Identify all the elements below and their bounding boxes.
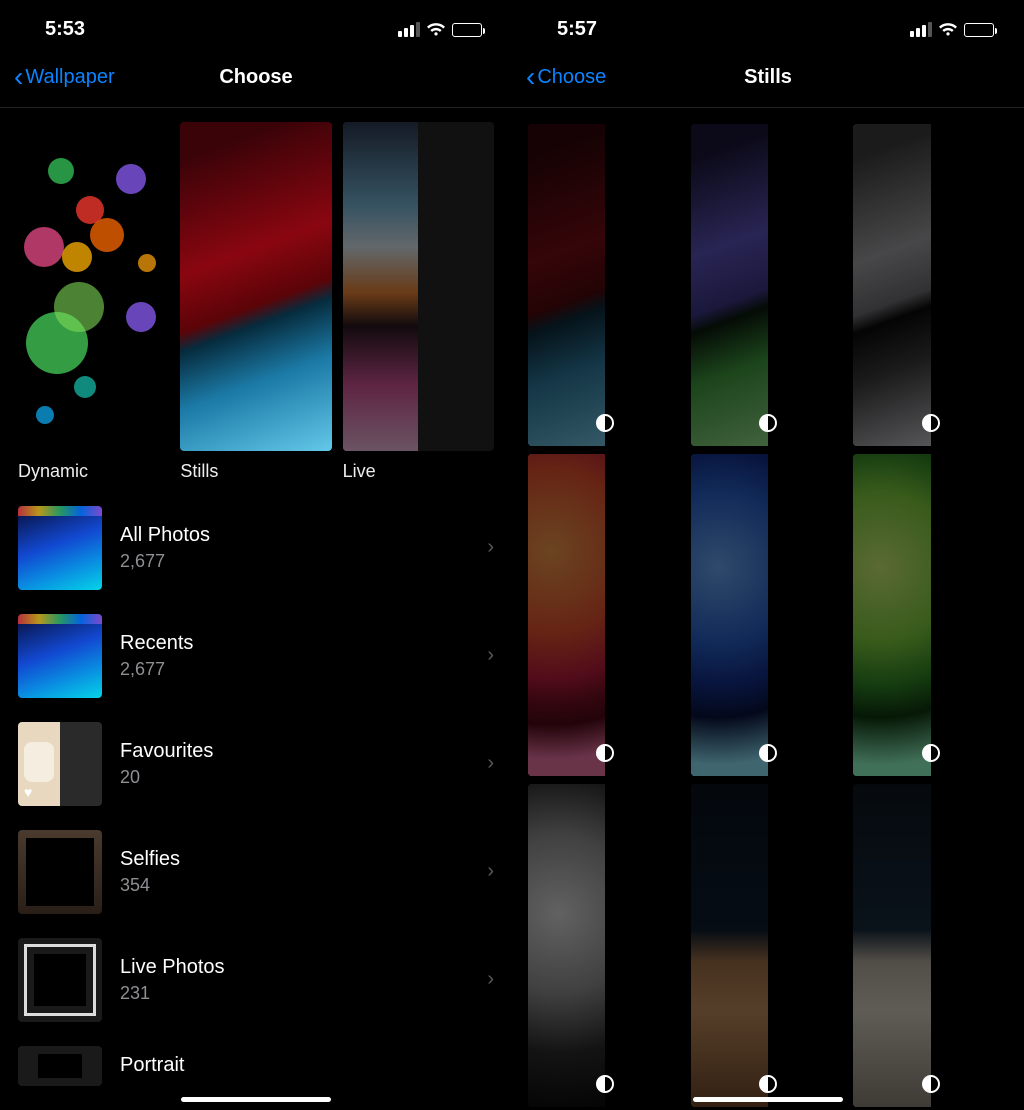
album-row-selfies[interactable]: Selfies 354 ›	[18, 818, 512, 926]
appearance-icon	[922, 744, 940, 762]
album-count: 20	[120, 767, 469, 788]
home-indicator[interactable]	[693, 1097, 843, 1102]
nav-bar: ‹ Wallpaper Choose	[0, 51, 512, 108]
album-row-all-photos[interactable]: All Photos 2,677 ›	[18, 494, 512, 602]
album-thumb	[18, 938, 102, 1022]
chevron-right-icon: ›	[487, 860, 512, 883]
album-count: 231	[120, 983, 469, 1004]
wallpaper-tile[interactable]	[691, 124, 846, 446]
appearance-icon	[596, 414, 614, 432]
appearance-icon	[759, 744, 777, 762]
back-label: Wallpaper	[25, 66, 114, 89]
battery-icon	[964, 23, 994, 37]
page-title: Choose	[219, 66, 292, 89]
appearance-icon	[596, 1075, 614, 1093]
heart-icon: ♥	[24, 784, 32, 800]
screen-choose: 5:53 ‹ Wallpaper Choose	[0, 0, 512, 1110]
signal-icon	[910, 22, 932, 37]
album-count: 2,677	[120, 551, 469, 572]
wifi-icon	[426, 23, 446, 37]
page-title: Stills	[744, 66, 792, 89]
category-label: Stills	[180, 461, 331, 482]
chevron-right-icon: ›	[487, 968, 512, 991]
album-title: Portrait	[120, 1054, 512, 1077]
screen-stills: 5:57 ‹ Choose Stills	[512, 0, 1024, 1110]
chevron-right-icon: ›	[487, 536, 512, 559]
album-thumb	[18, 1046, 102, 1086]
album-title: Selfies	[120, 848, 469, 871]
wallpaper-tile[interactable]	[853, 784, 1008, 1106]
stills-grid	[512, 108, 1024, 1107]
chevron-right-icon: ›	[487, 752, 512, 775]
chevron-left-icon: ‹	[14, 63, 23, 91]
album-count: 2,677	[120, 659, 469, 680]
status-bar: 5:53	[0, 0, 512, 51]
album-row-favourites[interactable]: ♥ Favourites 20 ›	[18, 710, 512, 818]
category-live[interactable]: Live	[343, 122, 494, 482]
appearance-icon	[922, 1075, 940, 1093]
signal-icon	[398, 22, 420, 37]
category-label: Dynamic	[18, 461, 169, 482]
wallpaper-tile[interactable]	[528, 784, 683, 1106]
album-title: Recents	[120, 632, 469, 655]
album-row-portrait[interactable]: Portrait	[18, 1034, 512, 1086]
back-button[interactable]: ‹ Wallpaper	[14, 63, 115, 91]
battery-icon	[452, 23, 482, 37]
nav-bar: ‹ Choose Stills	[512, 51, 1024, 108]
album-title: Favourites	[120, 740, 469, 763]
appearance-icon	[759, 1075, 777, 1093]
album-title: Live Photos	[120, 956, 469, 979]
chevron-right-icon: ›	[487, 644, 512, 667]
category-row: Dynamic Stills Live	[0, 108, 512, 490]
category-stills[interactable]: Stills	[180, 122, 331, 482]
album-count: 354	[120, 875, 469, 896]
albums-list: All Photos 2,677 › Recents 2,677 › ♥ Fav…	[0, 490, 512, 1086]
status-icons	[398, 22, 482, 37]
wallpaper-tile[interactable]	[853, 124, 1008, 446]
album-thumb	[18, 506, 102, 590]
chevron-left-icon: ‹	[526, 63, 535, 91]
album-title: All Photos	[120, 524, 469, 547]
status-bar: 5:57	[512, 0, 1024, 51]
wallpaper-tile[interactable]	[528, 124, 683, 446]
wallpaper-tile[interactable]	[528, 454, 683, 776]
appearance-icon	[922, 414, 940, 432]
status-time: 5:57	[557, 18, 597, 41]
wallpaper-tile[interactable]	[691, 454, 846, 776]
album-row-recents[interactable]: Recents 2,677 ›	[18, 602, 512, 710]
appearance-icon	[596, 744, 614, 762]
back-button[interactable]: ‹ Choose	[526, 63, 606, 91]
appearance-icon	[759, 414, 777, 432]
album-thumb	[18, 614, 102, 698]
wallpaper-tile[interactable]	[853, 454, 1008, 776]
wifi-icon	[938, 23, 958, 37]
album-thumb: ♥	[18, 722, 102, 806]
status-icons	[910, 22, 994, 37]
category-label: Live	[343, 461, 494, 482]
album-row-live-photos[interactable]: Live Photos 231 ›	[18, 926, 512, 1034]
home-indicator[interactable]	[181, 1097, 331, 1102]
category-dynamic[interactable]: Dynamic	[18, 122, 169, 482]
album-thumb	[18, 830, 102, 914]
back-label: Choose	[537, 66, 606, 89]
status-time: 5:53	[45, 18, 85, 41]
wallpaper-tile[interactable]	[691, 784, 846, 1106]
